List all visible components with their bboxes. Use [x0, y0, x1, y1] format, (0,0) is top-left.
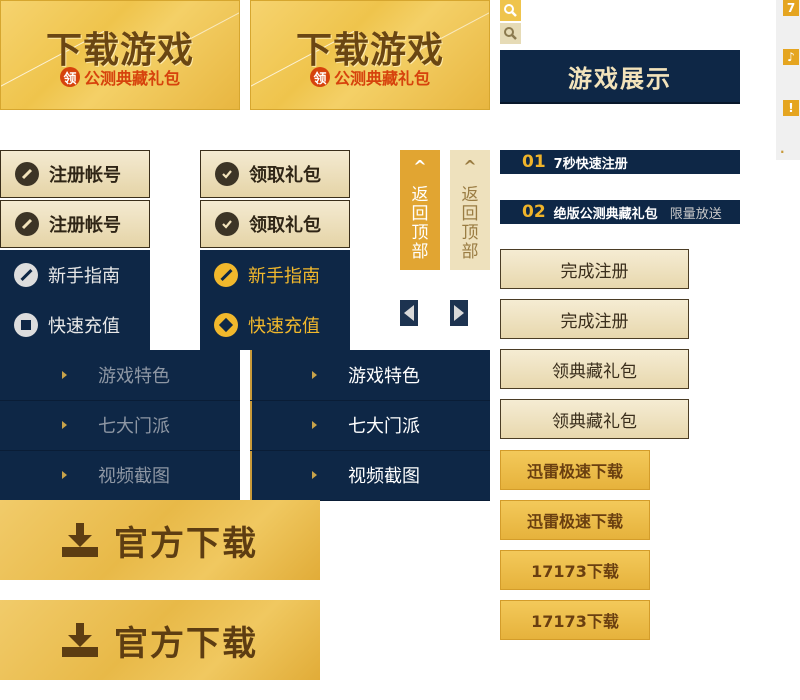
- compass-icon: [14, 263, 38, 287]
- official-download-button-hover[interactable]: 官方下载: [0, 600, 320, 680]
- thunder-download-button-hover[interactable]: 迅雷极速下载: [500, 500, 650, 540]
- search-button-hover[interactable]: [500, 23, 521, 44]
- arrow-right-icon: [454, 305, 464, 321]
- claim-badge: 领: [59, 67, 80, 87]
- official-download-label: 官方下载: [114, 623, 258, 664]
- back-to-top-button[interactable]: ^ 返回顶部: [400, 150, 440, 270]
- menu-item-features[interactable]: 游戏特色: [250, 350, 490, 401]
- back-to-top-button-hover[interactable]: ^ 返回顶部: [450, 150, 490, 270]
- beginner-guide-label: 新手指南: [248, 266, 320, 287]
- beginner-guide-label: 新手指南: [48, 266, 120, 287]
- edit-icon: [15, 212, 39, 236]
- step-text: 7秒快速注册: [553, 156, 628, 172]
- download-17173-button[interactable]: 17173下载: [500, 550, 650, 590]
- beginner-guide-button[interactable]: 新手指南: [0, 250, 150, 300]
- claim-gift-button-hover[interactable]: 领取礼包: [200, 200, 350, 248]
- register-account-button-hover[interactable]: 注册帐号: [0, 200, 150, 248]
- banner-subtitle-text: 公测典藏礼包: [333, 69, 430, 88]
- arrow-left-icon: [404, 305, 414, 321]
- beginner-guide-button-hover[interactable]: 新手指南: [200, 250, 350, 300]
- step-number: 01: [522, 152, 546, 172]
- diamond-icon: [214, 313, 238, 337]
- menu-item-screenshots[interactable]: 视频截图: [250, 450, 490, 501]
- menu-item-sects[interactable]: 七大门派: [0, 400, 240, 451]
- download-game-banner[interactable]: 下载游戏 领 公测典藏礼包: [0, 0, 240, 110]
- side-toolbar: 7 ♪ ! .: [776, 0, 800, 160]
- dot-icon: .: [780, 142, 785, 156]
- menu-item-label: 游戏特色: [98, 366, 170, 387]
- edit-icon: [15, 162, 39, 186]
- download-game-banner-hover[interactable]: 下载游戏 领 公测典藏礼包: [250, 0, 490, 110]
- caret-right-icon: [62, 371, 67, 379]
- banner-subtitle-text: 公测典藏礼包: [83, 69, 180, 88]
- register-account-label: 注册帐号: [49, 215, 121, 236]
- menu-item-label: 七大门派: [348, 416, 420, 437]
- alert-icon[interactable]: !: [783, 100, 799, 116]
- check-icon: [215, 162, 239, 186]
- banner-subtitle: 领 公测典藏礼包: [1, 65, 239, 89]
- claim-pack-button-hover[interactable]: 领典藏礼包: [500, 399, 689, 439]
- download-icon: [62, 523, 98, 557]
- nav-menu-hover: 游戏特色 七大门派 视频截图: [250, 350, 490, 501]
- compass-icon: [214, 263, 238, 287]
- caret-right-icon: [312, 421, 317, 429]
- caret-right-icon: [312, 371, 317, 379]
- check-icon: [215, 212, 239, 236]
- search-icon: [504, 27, 517, 40]
- quick-recharge-label: 快速充值: [248, 316, 320, 337]
- quick-recharge-button[interactable]: 快速充值: [0, 300, 150, 350]
- complete-register-button[interactable]: 完成注册: [500, 249, 689, 289]
- quick-recharge-button-hover[interactable]: 快速充值: [200, 300, 350, 350]
- step-two-banner: 02 绝版公测典藏礼包 限量放送: [500, 200, 740, 224]
- search-button[interactable]: [500, 0, 521, 21]
- menu-item-label: 视频截图: [98, 466, 170, 487]
- nav-menu: 游戏特色 七大门派 视频截图: [0, 350, 240, 501]
- thunder-download-button[interactable]: 迅雷极速下载: [500, 450, 650, 490]
- menu-item-label: 游戏特色: [348, 366, 420, 387]
- caret-right-icon: [312, 471, 317, 479]
- prev-arrow-button[interactable]: [400, 300, 418, 326]
- caret-right-icon: [62, 471, 67, 479]
- step-number: 02: [522, 202, 546, 222]
- download-17173-button-hover[interactable]: 17173下载: [500, 600, 650, 640]
- official-download-label: 官方下载: [114, 523, 258, 564]
- next-arrow-button[interactable]: [450, 300, 468, 326]
- register-account-label: 注册帐号: [49, 165, 121, 186]
- claim-badge: 领: [309, 67, 330, 87]
- official-download-button[interactable]: 官方下载: [0, 500, 320, 580]
- claim-gift-button[interactable]: 领取礼包: [200, 150, 350, 198]
- banner-subtitle: 领 公测典藏礼包: [251, 65, 489, 89]
- menu-item-label: 视频截图: [348, 466, 420, 487]
- download-icon: [62, 623, 98, 657]
- menu-item-label: 七大门派: [98, 416, 170, 437]
- search-icon: [504, 4, 517, 17]
- stop-icon: [14, 313, 38, 337]
- back-to-top-label: 返回顶部: [461, 185, 479, 262]
- menu-item-features[interactable]: 游戏特色: [0, 350, 240, 401]
- chevron-up-icon: ^: [463, 157, 477, 176]
- claim-gift-label: 领取礼包: [249, 165, 321, 186]
- quick-recharge-label: 快速充值: [48, 316, 120, 337]
- step-note: 限量放送: [669, 206, 722, 222]
- complete-register-button-hover[interactable]: 完成注册: [500, 299, 689, 339]
- caret-right-icon: [62, 421, 67, 429]
- seven-icon[interactable]: 7: [783, 0, 799, 16]
- claim-gift-label: 领取礼包: [249, 215, 321, 236]
- music-icon[interactable]: ♪: [783, 49, 799, 65]
- game-showcase-button[interactable]: 游戏展示: [500, 50, 740, 104]
- step-text: 绝版公测典藏礼包: [553, 206, 658, 222]
- chevron-up-icon: ^: [413, 157, 427, 176]
- register-account-button[interactable]: 注册帐号: [0, 150, 150, 198]
- back-to-top-label: 返回顶部: [411, 185, 429, 262]
- menu-item-sects[interactable]: 七大门派: [250, 400, 490, 451]
- menu-item-screenshots[interactable]: 视频截图: [0, 450, 240, 501]
- claim-pack-button[interactable]: 领典藏礼包: [500, 349, 689, 389]
- step-one-banner: 01 7秒快速注册: [500, 150, 740, 174]
